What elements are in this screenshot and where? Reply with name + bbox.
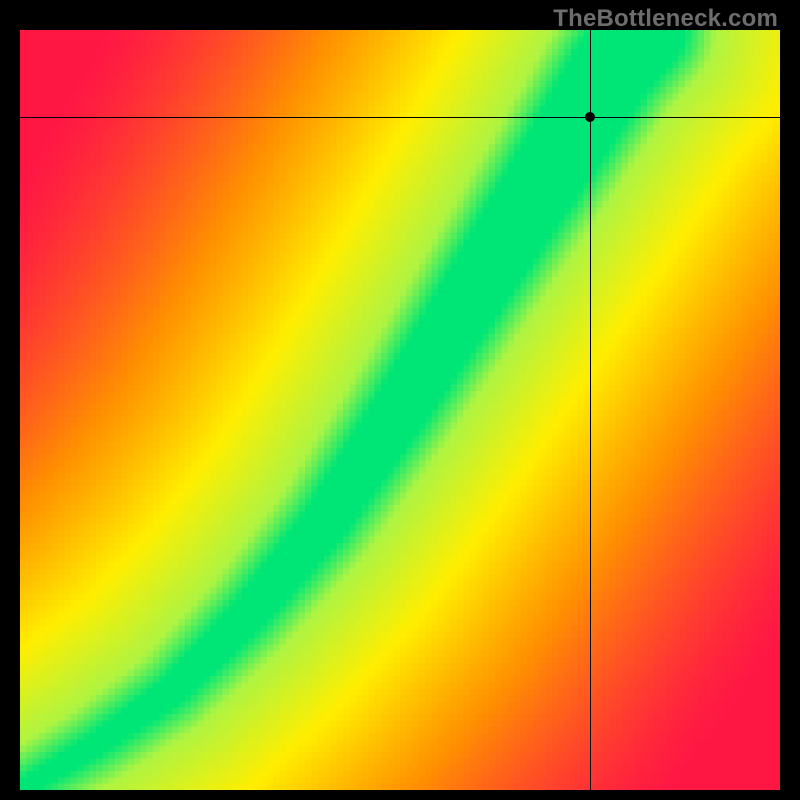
crosshair-horizontal bbox=[20, 117, 780, 118]
watermark-text: TheBottleneck.com bbox=[553, 5, 778, 33]
bottleneck-heatmap bbox=[20, 30, 780, 790]
crosshair-vertical bbox=[590, 30, 591, 790]
heatmap-frame bbox=[20, 30, 780, 790]
